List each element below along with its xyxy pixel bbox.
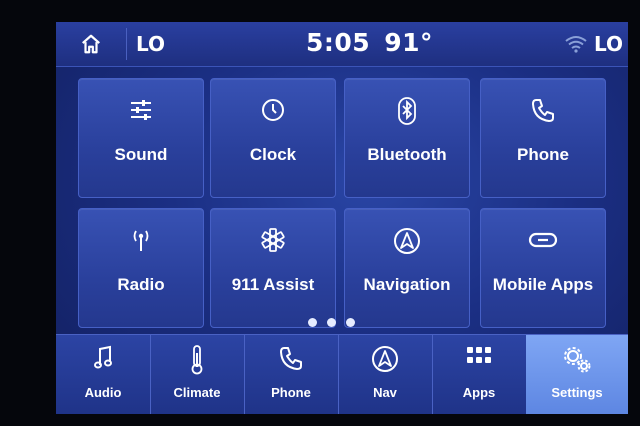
tile-sound[interactable]: Sound (78, 78, 204, 198)
page-dot (308, 318, 317, 327)
tile-label: 911 Assist (231, 275, 315, 294)
wifi-icon (565, 36, 587, 53)
status-bar: LO 5:05 91° LO (56, 22, 628, 67)
nav-climate[interactable]: Climate (150, 335, 245, 414)
nav-label: Apps (462, 385, 496, 400)
tile-label: Phone (517, 145, 569, 164)
tile-label: Navigation (363, 275, 451, 294)
tile-label: Clock (249, 145, 297, 164)
tile-911-assist[interactable]: 911 Assist (210, 208, 336, 328)
navigation-arrow-icon (394, 228, 420, 254)
tile-label: Sound (114, 145, 168, 164)
left-temp-setting[interactable]: LO (136, 32, 165, 56)
gears-icon (564, 347, 591, 373)
music-note-icon (94, 345, 112, 369)
outside-temperature: 91° (384, 28, 433, 57)
tile-radio[interactable]: Radio (78, 208, 204, 328)
grid-icon (467, 347, 491, 363)
tile-navigation[interactable]: Navigation (344, 208, 470, 328)
nav-label: Nav (373, 385, 397, 400)
tile-clock[interactable]: Clock (210, 78, 336, 198)
page-indicator[interactable] (308, 318, 355, 327)
tile-label: Radio (117, 275, 165, 294)
sliders-icon (131, 100, 151, 120)
home-button[interactable] (76, 29, 106, 59)
phone-icon (532, 99, 554, 122)
page-dot (327, 318, 336, 327)
antenna-icon (133, 230, 149, 251)
nav-audio[interactable]: Audio (56, 335, 151, 414)
right-temp-setting[interactable]: LO (594, 32, 623, 56)
nav-label: Audio (84, 385, 122, 400)
infotainment-screen: LO 5:05 91° LO Sound Clock Bluetooth Pho… (56, 22, 628, 414)
tile-label: Bluetooth (367, 145, 447, 164)
bottom-navigation: Audio Climate Phone Nav Apps Settings (56, 334, 628, 414)
clock-icon (262, 99, 284, 121)
nav-label: Climate (173, 385, 221, 400)
home-icon (82, 34, 100, 54)
clock-time: 5:05 (306, 28, 371, 57)
nav-settings[interactable]: Settings (526, 335, 628, 414)
tile-label: Mobile Apps (492, 275, 594, 294)
nav-nav[interactable]: Nav (338, 335, 433, 414)
nav-label: Settings (551, 385, 603, 400)
nav-apps[interactable]: Apps (432, 335, 527, 414)
phone-icon (280, 347, 302, 370)
tile-phone[interactable]: Phone (480, 78, 606, 198)
navigation-arrow-icon (372, 346, 398, 372)
nav-phone[interactable]: Phone (244, 335, 339, 414)
bluetooth-icon (398, 97, 416, 125)
page-dot (346, 318, 355, 327)
star-of-life-icon (261, 228, 285, 252)
tile-mobile-apps[interactable]: Mobile Apps (480, 208, 606, 328)
tile-bluetooth[interactable]: Bluetooth (344, 78, 470, 198)
status-divider (126, 28, 127, 60)
link-icon (528, 232, 558, 248)
time-temperature: 5:05 91° (306, 28, 433, 57)
thermometer-icon (191, 345, 203, 375)
nav-label: Phone (271, 385, 311, 400)
